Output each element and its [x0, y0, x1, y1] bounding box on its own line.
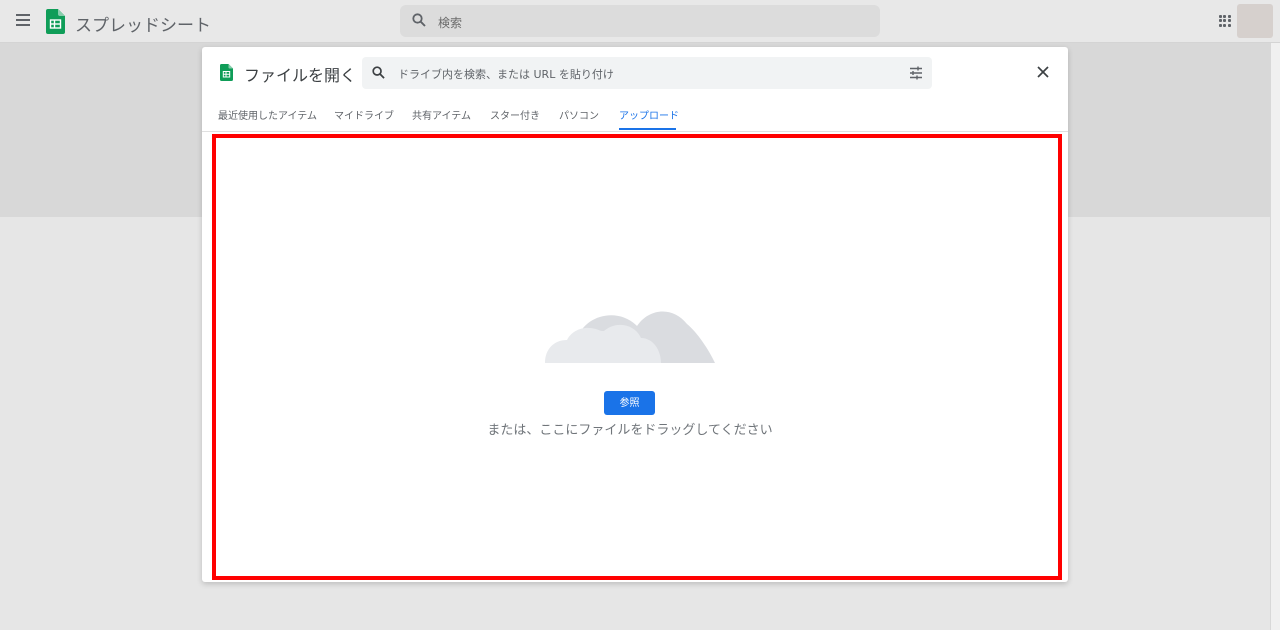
drive-search-placeholder: ドライブ内を検索、または URL を貼り付け [398, 68, 614, 81]
top-bar: スプレッドシート 検索 [0, 0, 1280, 43]
drive-search-input[interactable]: ドライブ内を検索、または URL を貼り付け [362, 57, 932, 89]
file-open-dialog: ファイルを開く ドライブ内を検索、または URL を貼り付け 最近使用したアイテ… [202, 47, 1068, 582]
active-tab-indicator [619, 128, 676, 130]
tab-upload[interactable]: アップロード [619, 107, 679, 122]
search-icon [412, 13, 426, 27]
top-search-placeholder: 検索 [438, 16, 463, 30]
browse-button[interactable]: 参照 [604, 391, 655, 415]
hamburger-menu-icon[interactable] [16, 14, 30, 26]
tab-starred[interactable]: スター付き [490, 107, 540, 122]
tab-recent[interactable]: 最近使用したアイテム [218, 107, 317, 122]
tab-shared[interactable]: 共有アイテム [412, 107, 471, 122]
cloud-illustration [545, 311, 715, 363]
dialog-tabs: 最近使用したアイテム マイドライブ 共有アイテム スター付き パソコン アップロ… [202, 103, 1068, 132]
sheets-logo-icon [220, 64, 233, 81]
upload-drop-zone[interactable]: 参照 または、ここにファイルをドラッグしてください [202, 132, 1068, 582]
search-icon [372, 66, 385, 79]
close-icon[interactable] [1036, 65, 1050, 79]
app-name[interactable]: スプレッドシート [75, 11, 211, 36]
drag-drop-hint: または、ここにファイルをドラッグしてください [487, 423, 773, 438]
tab-computers[interactable]: パソコン [559, 107, 599, 122]
apps-grid-icon[interactable] [1219, 15, 1231, 27]
sheets-logo-icon[interactable] [46, 9, 65, 34]
page-scrollbar[interactable] [1270, 43, 1280, 630]
tune-icon[interactable] [909, 66, 923, 80]
top-search-bar[interactable]: 検索 [400, 5, 880, 37]
tab-my-drive[interactable]: マイドライブ [334, 107, 394, 122]
avatar[interactable] [1237, 4, 1273, 38]
dialog-title: ファイルを開く [244, 66, 357, 85]
